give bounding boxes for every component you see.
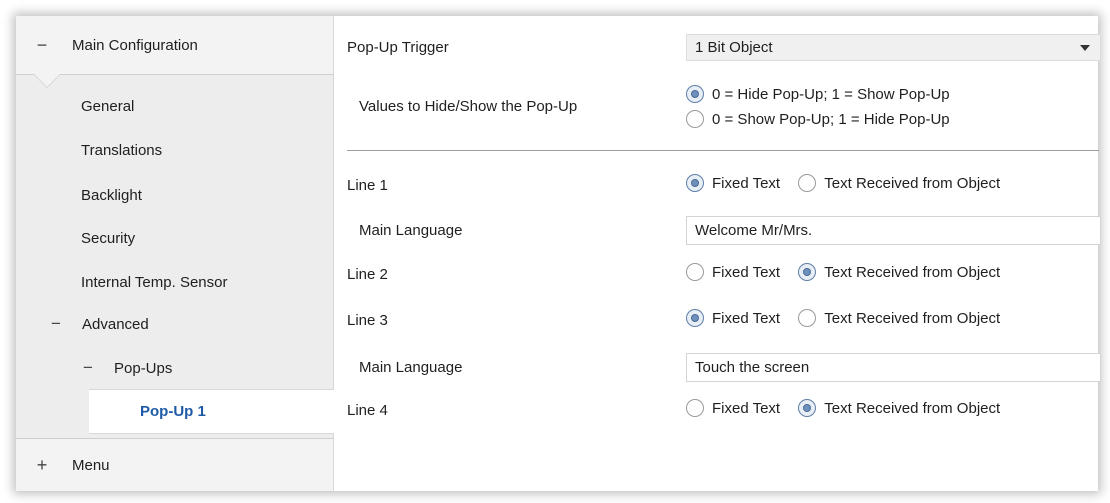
radio-option-label: Fixed Text [712,263,781,281]
sidebar-item-security[interactable]: Security [16,216,333,260]
radio-option-hide-show[interactable]: 0 = Hide Pop-Up; 1 = Show Pop-Up [686,82,950,106]
sidebar-item-translations[interactable]: Translations [16,128,333,172]
collapse-icon[interactable]: − [78,358,98,378]
line-4-label: Line 4 [347,401,388,419]
radio-button[interactable] [686,263,704,281]
sidebar-item-general[interactable]: General [16,84,333,128]
values-hide-show-radio-group: 0 = Hide Pop-Up; 1 = Show Pop-Up 0 = Sho… [686,82,964,132]
radio-option-show-hide[interactable]: 0 = Show Pop-Up; 1 = Hide Pop-Up [686,107,950,131]
main-language-label: Main Language [359,359,463,376]
radio-button-selected[interactable] [686,309,704,327]
pop-up-trigger-value: 1 Bit Object [695,39,773,56]
radio-option-label: Fixed Text [712,309,781,327]
section-label: Menu [72,456,110,474]
sidebar-item-internal-temp-sensor[interactable]: Internal Temp. Sensor [16,260,333,304]
radio-option-label: Text Received from Object [824,399,1001,417]
line-1-radio-group: Fixed Text Text Received from Object [686,174,1014,196]
sidebar-item-backlight[interactable]: Backlight [16,173,333,217]
radio-option-label: Fixed Text [712,174,781,192]
line-2-radio-group: Fixed Text Text Received from Object [686,263,1014,285]
radio-option-text-received[interactable]: Text Received from Object [798,309,1000,327]
pop-up-trigger-select[interactable]: 1 Bit Object [686,34,1101,61]
line-3-label: Line 3 [347,311,388,329]
sidebar-item-label: Internal Temp. Sensor [81,273,228,291]
section-label: Main Configuration [72,36,198,54]
radio-option-label: Fixed Text [712,399,781,417]
radio-button-selected[interactable] [686,85,704,103]
section-menu[interactable]: + Menu [16,438,333,491]
radio-option-fixed-text[interactable]: Fixed Text [686,399,780,417]
main-panel: Pop-Up Trigger 1 Bit Object Values to Hi… [334,16,1101,491]
line-3-main-language-input[interactable] [687,358,1100,377]
line-1-row: Line 1 Fixed Text Text Received from Obj… [334,172,1098,198]
line-1-main-language-input[interactable] [687,221,1100,240]
line-4-row: Line 4 Fixed Text Text Received from Obj… [334,397,1098,423]
collapse-icon[interactable]: − [46,314,66,334]
radio-button[interactable] [686,399,704,417]
line-2-label: Line 2 [347,265,388,283]
sidebar-item-advanced[interactable]: − Advanced [16,302,363,346]
section-main-configuration[interactable]: − Main Configuration [16,16,333,75]
line-3-radio-group: Fixed Text Text Received from Object [686,309,1014,331]
radio-option-fixed-text[interactable]: Fixed Text [686,174,780,192]
main-language-label: Main Language [359,222,463,239]
radio-button-selected[interactable] [798,399,817,417]
sidebar-item-label: Advanced [82,315,149,333]
sidebar-item-label: Security [81,229,136,247]
radio-option-label: Text Received from Object [824,309,1001,327]
line-2-row: Line 2 Fixed Text Text Received from Obj… [334,261,1098,287]
collapse-icon[interactable]: − [30,35,54,56]
sidebar-item-label: Pop-Up 1 [140,403,206,420]
radio-option-label: Text Received from Object [824,263,1001,281]
line-3-row: Line 3 Fixed Text Text Received from Obj… [334,307,1098,333]
radio-option-text-received[interactable]: Text Received from Object [798,174,1000,192]
radio-option-label: 0 = Show Pop-Up; 1 = Hide Pop-Up [712,110,950,128]
radio-option-fixed-text[interactable]: Fixed Text [686,309,780,327]
sidebar-item-label: Backlight [81,186,142,204]
sidebar-item-pop-up-1[interactable]: Pop-Up 1 [89,389,334,434]
pop-up-trigger-label: Pop-Up Trigger [347,39,449,56]
radio-option-label: Text Received from Object [824,174,1001,192]
radio-option-fixed-text[interactable]: Fixed Text [686,263,780,281]
radio-button[interactable] [686,110,704,128]
sidebar: − Main Configuration General Translation… [16,16,334,491]
line-1-label: Line 1 [347,176,388,194]
divider [347,150,1099,151]
line-4-radio-group: Fixed Text Text Received from Object [686,399,1014,421]
radio-button-selected[interactable] [798,263,817,281]
window: − Main Configuration General Translation… [16,16,1101,491]
radio-button[interactable] [798,309,817,327]
sidebar-item-label: Pop-Ups [114,359,173,377]
sidebar-item-label: Translations [81,141,163,159]
radio-button[interactable] [798,174,817,192]
sidebar-item-label: General [81,97,135,115]
values-hide-show-label: Values to Hide/Show the Pop-Up [359,97,578,115]
line-3-main-language-field[interactable] [686,353,1101,382]
chevron-down-icon [1080,45,1090,51]
radio-option-text-received[interactable]: Text Received from Object [798,263,1000,281]
radio-option-label: 0 = Hide Pop-Up; 1 = Show Pop-Up [712,85,950,103]
expand-icon[interactable]: + [30,455,54,476]
radio-button-selected[interactable] [686,174,704,192]
line-1-main-language-field[interactable] [686,216,1101,245]
radio-option-text-received[interactable]: Text Received from Object [798,399,1000,417]
